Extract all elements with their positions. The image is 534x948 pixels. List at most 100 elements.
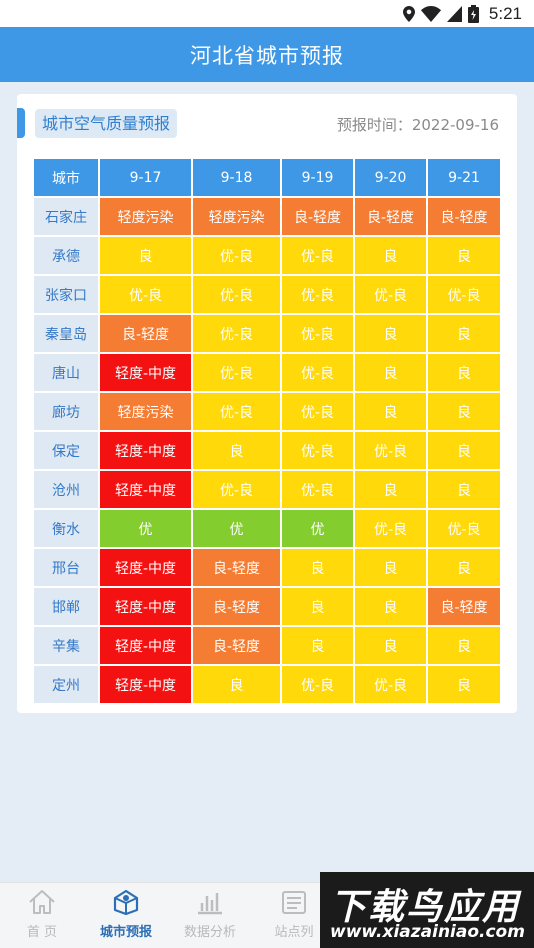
forecast-cell: 良 — [355, 315, 426, 352]
forecast-cell: 优-良 — [282, 432, 353, 469]
watermark: 下载鸟应用 www.xiazainiao.com — [320, 872, 534, 948]
forecast-cell: 优-良 — [355, 276, 426, 313]
forecast-cell: 良-轻度 — [100, 315, 191, 352]
forecast-cell: 优 — [193, 510, 280, 547]
header-date: 9-17 — [100, 159, 191, 196]
tab-city-forecast[interactable]: 城市预报 — [84, 883, 168, 948]
tab-label: 站点列 — [274, 925, 314, 940]
table-row[interactable]: 邢台 轻度-中度 良-轻度 良 良 良 — [34, 549, 500, 586]
forecast-cell: 良 — [355, 354, 426, 391]
table-row[interactable]: 唐山 轻度-中度 优-良 优-良 良 良 — [34, 354, 500, 391]
app-bar: 河北省城市预报 — [0, 27, 534, 82]
table-row[interactable]: 保定 轻度-中度 良 优-良 优-良 良 — [34, 432, 500, 469]
forecast-cell: 良 — [428, 666, 500, 703]
forecast-cell: 轻度污染 — [193, 198, 280, 235]
forecast-cell: 良 — [355, 627, 426, 664]
forecast-cell: 轻度-中度 — [100, 666, 191, 703]
forecast-cell: 轻度-中度 — [100, 471, 191, 508]
forecast-cell: 良 — [355, 549, 426, 586]
forecast-cell: 优-良 — [355, 666, 426, 703]
forecast-cell: 良 — [282, 588, 353, 625]
tab-data-analysis[interactable]: 数据分析 — [168, 883, 252, 948]
page-title: 河北省城市预报 — [190, 43, 344, 68]
forecast-cell: 轻度-中度 — [100, 588, 191, 625]
forecast-cell: 良 — [193, 666, 280, 703]
forecast-cell: 良-轻度 — [428, 198, 500, 235]
forecast-cell: 优 — [100, 510, 191, 547]
status-bar: 5:21 — [0, 0, 534, 27]
forecast-cell: 良 — [100, 237, 191, 274]
forecast-cell: 良 — [355, 588, 426, 625]
forecast-cell: 良 — [282, 549, 353, 586]
city-name: 石家庄 — [34, 198, 98, 235]
table-row[interactable]: 张家口 优-良 优-良 优-良 优-良 优-良 — [34, 276, 500, 313]
table-row[interactable]: 衡水 优 优 优 优-良 优-良 — [34, 510, 500, 547]
forecast-time: 预报时间：2022-09-16 — [336, 116, 499, 134]
city-name: 张家口 — [34, 276, 98, 313]
forecast-cell: 良 — [428, 393, 500, 430]
forecast-cell: 轻度污染 — [100, 393, 191, 430]
card-accent-bar — [17, 108, 25, 138]
forecast-cell: 优-良 — [282, 354, 353, 391]
forecast-cell: 优-良 — [282, 237, 353, 274]
forecast-cell: 优-良 — [428, 510, 500, 547]
forecast-cell: 优-良 — [193, 237, 280, 274]
header-city: 城市 — [34, 159, 98, 196]
forecast-cell: 良 — [282, 627, 353, 664]
list-icon — [279, 889, 309, 919]
table-row[interactable]: 定州 轻度-中度 良 优-良 优-良 良 — [34, 666, 500, 703]
forecast-cell: 优-良 — [100, 276, 191, 313]
forecast-cell: 良 — [428, 627, 500, 664]
forecast-cell: 良-轻度 — [282, 198, 353, 235]
table-row[interactable]: 廊坊 轻度污染 优-良 优-良 良 良 — [34, 393, 500, 430]
header-date: 9-20 — [355, 159, 426, 196]
status-icons: 5:21 — [402, 3, 522, 24]
forecast-cell: 优-良 — [193, 354, 280, 391]
header-date: 9-18 — [193, 159, 280, 196]
status-time: 5:21 — [488, 3, 522, 23]
tab-home[interactable]: 首 页 — [0, 883, 84, 948]
city-name: 衡水 — [34, 510, 98, 547]
forecast-cell: 优-良 — [355, 510, 426, 547]
table-row[interactable]: 辛集 轻度-中度 良-轻度 良 良 良 — [34, 627, 500, 664]
forecast-cell: 轻度-中度 — [100, 627, 191, 664]
forecast-cell: 良 — [355, 393, 426, 430]
header-date: 9-21 — [428, 159, 500, 196]
forecast-cell: 优 — [282, 510, 353, 547]
forecast-cell: 优-良 — [428, 276, 500, 313]
city-name: 唐山 — [34, 354, 98, 391]
home-icon — [27, 889, 57, 919]
forecast-cell: 优-良 — [282, 393, 353, 430]
forecast-cell: 良 — [428, 549, 500, 586]
wifi-icon — [420, 5, 441, 22]
city-name: 定州 — [34, 666, 98, 703]
forecast-cell: 优-良 — [355, 432, 426, 469]
forecast-cell: 优-良 — [193, 471, 280, 508]
table-row[interactable]: 承德 良 优-良 优-良 良 良 — [34, 237, 500, 274]
table-row[interactable]: 沧州 轻度-中度 优-良 优-良 良 良 — [34, 471, 500, 508]
city-name: 邢台 — [34, 549, 98, 586]
forecast-cell: 轻度-中度 — [100, 354, 191, 391]
table-row[interactable]: 石家庄 轻度污染 轻度污染 良-轻度 良-轻度 良-轻度 — [34, 198, 500, 235]
city-name: 承德 — [34, 237, 98, 274]
city-name: 辛集 — [34, 627, 98, 664]
forecast-cell: 优-良 — [282, 315, 353, 352]
forecast-cell: 优-良 — [193, 276, 280, 313]
table-row[interactable]: 邯郸 轻度-中度 良-轻度 良 良 良-轻度 — [34, 588, 500, 625]
forecast-cell: 良-轻度 — [193, 588, 280, 625]
forecast-cell: 良 — [355, 471, 426, 508]
air-quality-table: 城市 9-17 9-18 9-19 9-20 9-21 石家庄 轻度污染 轻度污… — [32, 157, 502, 705]
table-row[interactable]: 秦皇岛 良-轻度 优-良 优-良 良 良 — [34, 315, 500, 352]
location-icon — [402, 5, 415, 22]
city-name: 邯郸 — [34, 588, 98, 625]
tab-label: 城市预报 — [99, 925, 152, 940]
watermark-url: www.xiazainiao.com — [330, 922, 525, 942]
forecast-cell: 良-轻度 — [355, 198, 426, 235]
header-date: 9-19 — [282, 159, 353, 196]
tab-label: 数据分析 — [183, 925, 236, 940]
forecast-cell: 良 — [428, 354, 500, 391]
card-label: 城市空气质量预报 — [35, 109, 178, 138]
forecast-cell: 良-轻度 — [193, 627, 280, 664]
table-header-row: 城市 9-17 9-18 9-19 9-20 9-21 — [34, 159, 500, 196]
forecast-cell: 良-轻度 — [428, 588, 500, 625]
